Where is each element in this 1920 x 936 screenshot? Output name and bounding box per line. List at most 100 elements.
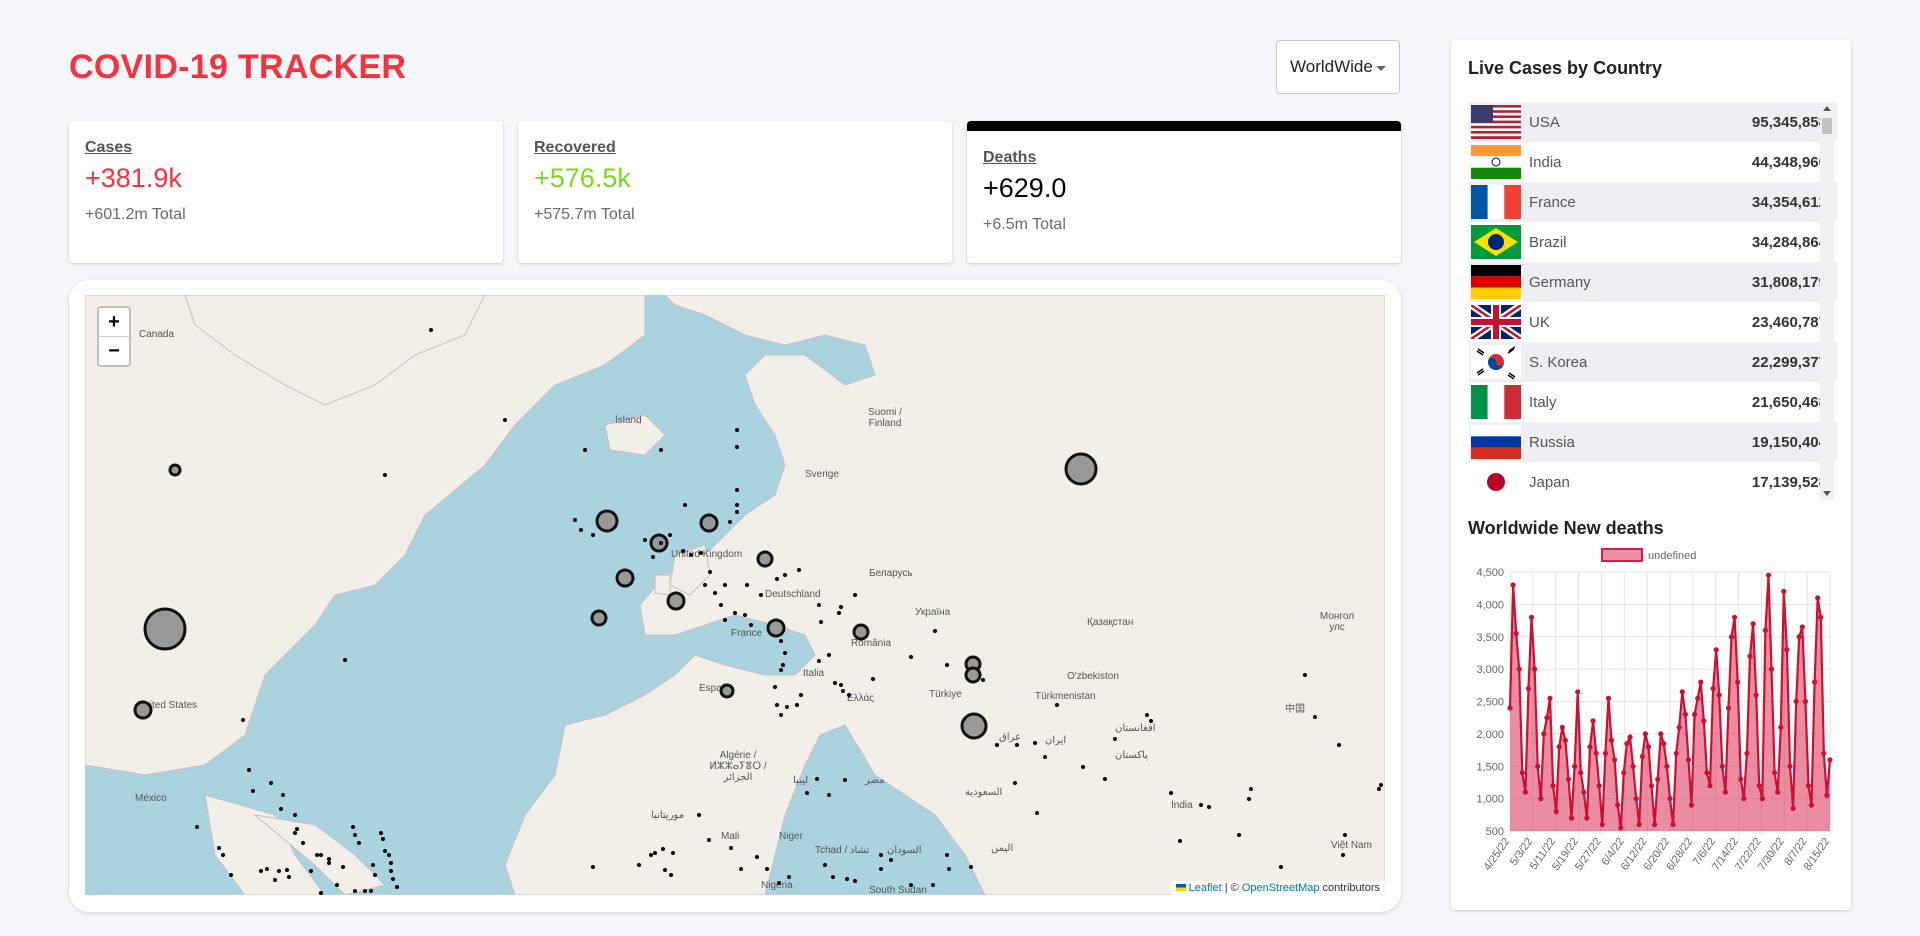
- case-marker[interactable]: [369, 889, 373, 893]
- data-point[interactable]: [1590, 718, 1596, 724]
- case-marker[interactable]: [168, 463, 182, 477]
- case-marker[interactable]: [335, 883, 339, 887]
- data-point[interactable]: [1695, 695, 1701, 701]
- case-marker[interactable]: [229, 873, 233, 877]
- data-point[interactable]: [1513, 630, 1519, 637]
- case-marker[interactable]: [833, 681, 837, 685]
- case-marker[interactable]: [573, 518, 577, 522]
- table-row[interactable]: Japan 17,139,528: [1469, 462, 1837, 500]
- case-marker[interactable]: [945, 663, 949, 667]
- data-point[interactable]: [1824, 792, 1830, 798]
- case-marker[interactable]: [661, 847, 665, 851]
- case-marker[interactable]: [279, 807, 283, 811]
- case-marker[interactable]: [733, 611, 737, 615]
- case-marker[interactable]: [195, 825, 199, 829]
- case-marker[interactable]: [649, 853, 653, 857]
- case-marker[interactable]: [273, 878, 277, 882]
- case-marker[interactable]: [1113, 737, 1117, 741]
- data-point[interactable]: [1596, 783, 1602, 789]
- data-point[interactable]: [1750, 621, 1756, 627]
- case-marker[interactable]: [931, 883, 935, 887]
- case-marker[interactable]: [719, 683, 735, 699]
- case-marker[interactable]: [247, 768, 251, 772]
- data-point[interactable]: [1639, 753, 1645, 760]
- case-marker[interactable]: [143, 607, 187, 651]
- case-marker[interactable]: [756, 550, 774, 568]
- case-marker[interactable]: [689, 553, 693, 557]
- data-point[interactable]: [1581, 789, 1587, 795]
- case-marker[interactable]: [287, 875, 291, 879]
- case-marker[interactable]: [659, 448, 663, 452]
- data-point[interactable]: [1624, 741, 1630, 747]
- data-point[interactable]: [1627, 734, 1633, 740]
- case-marker[interactable]: [779, 639, 783, 643]
- data-point[interactable]: [1664, 763, 1670, 769]
- deaths-card[interactable]: Deaths +629.0 +6.5m Total: [967, 121, 1401, 263]
- case-marker[interactable]: [795, 703, 799, 707]
- case-marker[interactable]: [960, 712, 988, 740]
- data-point[interactable]: [1735, 679, 1741, 685]
- case-marker[interactable]: [799, 693, 803, 697]
- case-marker[interactable]: [1249, 787, 1253, 791]
- case-marker[interactable]: [1343, 833, 1347, 837]
- case-marker[interactable]: [681, 549, 685, 553]
- data-point[interactable]: [1787, 763, 1793, 769]
- case-marker[interactable]: [699, 551, 703, 555]
- data-point[interactable]: [1692, 711, 1698, 717]
- data-point[interactable]: [1661, 741, 1667, 747]
- case-marker[interactable]: [879, 867, 883, 871]
- case-marker[interactable]: [1247, 797, 1251, 801]
- case-marker[interactable]: [995, 743, 999, 747]
- case-marker[interactable]: [281, 793, 285, 797]
- case-marker[interactable]: [779, 668, 783, 672]
- case-marker[interactable]: [787, 875, 791, 879]
- case-marker[interactable]: [319, 853, 323, 857]
- case-marker[interactable]: [1149, 719, 1153, 723]
- case-marker[interactable]: [295, 827, 299, 831]
- data-point[interactable]: [1685, 757, 1692, 763]
- case-marker[interactable]: [745, 583, 749, 587]
- case-marker[interactable]: [708, 570, 712, 574]
- case-marker[interactable]: [783, 573, 787, 577]
- case-marker[interactable]: [1064, 452, 1098, 486]
- case-marker[interactable]: [723, 618, 727, 622]
- case-marker[interactable]: [387, 853, 391, 857]
- data-point[interactable]: [1608, 737, 1615, 743]
- case-marker[interactable]: [341, 865, 345, 869]
- case-marker[interactable]: [301, 841, 305, 845]
- zoom-in-button[interactable]: +: [99, 308, 129, 337]
- data-point[interactable]: [1556, 744, 1562, 750]
- case-marker[interactable]: [969, 865, 973, 869]
- case-marker[interactable]: [775, 703, 779, 707]
- case-marker[interactable]: [703, 583, 707, 587]
- data-point[interactable]: [1535, 763, 1541, 769]
- case-marker[interactable]: [221, 853, 225, 857]
- data-point[interactable]: [1667, 796, 1673, 802]
- case-marker[interactable]: [847, 693, 851, 697]
- data-point[interactable]: [1584, 815, 1590, 821]
- data-point[interactable]: [1676, 724, 1682, 730]
- data-point[interactable]: [1648, 783, 1655, 789]
- data-point[interactable]: [1775, 789, 1781, 795]
- data-point[interactable]: [1630, 763, 1636, 769]
- case-marker[interactable]: [327, 857, 331, 861]
- case-marker[interactable]: [1103, 777, 1107, 781]
- data-point[interactable]: [1645, 744, 1652, 750]
- table-row[interactable]: France 34,354,612: [1469, 182, 1837, 222]
- case-marker[interactable]: [805, 791, 809, 795]
- table-row[interactable]: UK 23,460,787: [1469, 302, 1837, 342]
- case-marker[interactable]: [1081, 765, 1085, 769]
- case-marker[interactable]: [1341, 853, 1345, 857]
- case-marker[interactable]: [735, 445, 739, 449]
- case-marker[interactable]: [259, 869, 263, 873]
- case-marker[interactable]: [1313, 715, 1317, 719]
- data-point[interactable]: [1793, 698, 1799, 705]
- data-point[interactable]: [1821, 750, 1827, 756]
- data-point[interactable]: [1827, 757, 1833, 763]
- case-marker[interactable]: [666, 591, 686, 611]
- case-marker[interactable]: [773, 685, 777, 689]
- table-row[interactable]: Brazil 34,284,864: [1469, 222, 1837, 262]
- data-point[interactable]: [1707, 783, 1713, 789]
- case-marker[interactable]: [871, 677, 875, 681]
- case-marker[interactable]: [735, 503, 739, 507]
